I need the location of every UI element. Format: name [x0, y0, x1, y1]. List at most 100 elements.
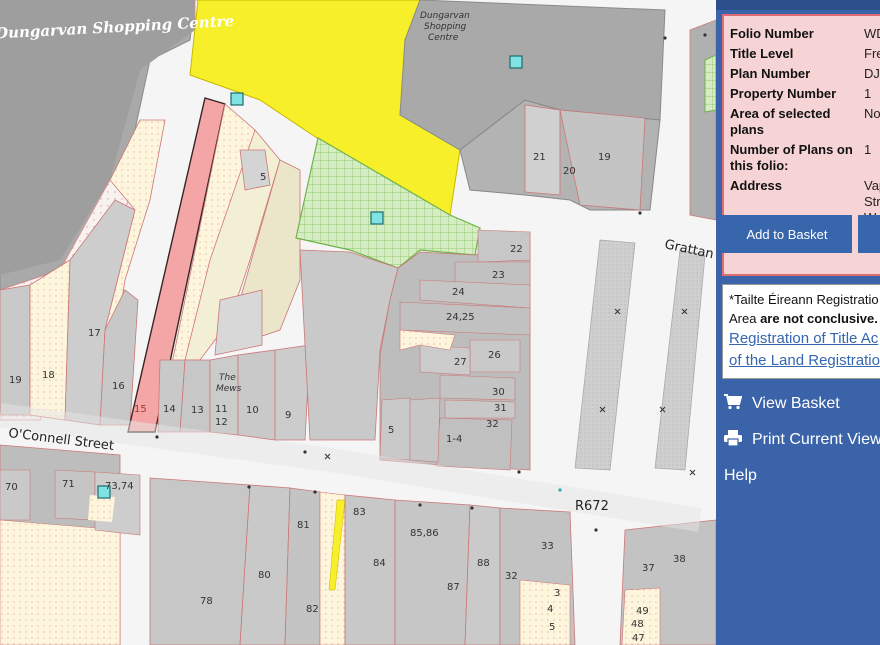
plot-number-label: 24,25: [446, 312, 475, 323]
plot-70: [0, 469, 31, 521]
plot-the-mews: [214, 289, 263, 356]
info-row-plan-number: Plan Number DJ0: [730, 64, 880, 84]
info-key: Folio Number: [730, 26, 814, 41]
plot-number-label: 27: [454, 357, 467, 368]
info-value: DJ0: [864, 66, 880, 81]
marker-square[interactable]: [370, 211, 384, 225]
plot-number-label: 20: [563, 166, 576, 177]
label-the-mews-1: The: [219, 373, 236, 383]
info-key: Plan Number: [730, 66, 811, 81]
notice-line-2: Area are not conclusive.: [729, 309, 880, 328]
shopping-cart-icon: [724, 393, 743, 415]
plot-3-5: [519, 579, 571, 645]
info-key: Title Level: [730, 46, 794, 61]
road-label-r672: R672: [575, 499, 609, 514]
plot-number-label: 16: [112, 381, 125, 392]
print-current-view-label: Print Current View: [752, 431, 880, 448]
info-value: 1: [864, 86, 872, 101]
plot-13: [179, 359, 211, 433]
help-label: Help: [724, 467, 757, 484]
plot-number-label: 32: [505, 571, 518, 582]
plot-number-label: 11: [215, 404, 228, 415]
plot-number-label: 88: [477, 558, 490, 569]
label-the-mews-2: Mews: [216, 384, 242, 394]
plot-number-label: 81: [297, 520, 310, 531]
label-shopping-centre-small-1: Dungarvan: [420, 11, 470, 21]
info-value: No: [864, 106, 880, 121]
plot-number-label: 48: [631, 619, 644, 630]
plot-number-label: 18: [42, 370, 55, 381]
info-key: Number of Plans on this folio:: [730, 142, 853, 173]
help-link[interactable]: Help: [724, 462, 757, 490]
plot-9: [274, 344, 311, 441]
plot-number-label: 49: [636, 606, 649, 617]
side-panel: Folio Number WD Title Level Fre Plan Numbe…: [716, 0, 880, 645]
plot-number-label: 3: [554, 588, 560, 599]
land-registration-link[interactable]: of the Land Registratio: [729, 350, 880, 372]
marker-square[interactable]: [230, 92, 244, 106]
plot-number-label: 17: [88, 328, 101, 339]
map-view[interactable]: Dungarvan Shopping Centre Dungarvan Shop…: [0, 0, 716, 645]
plot-number-label: 30: [492, 387, 505, 398]
plot-5: [239, 149, 271, 191]
plot-number-label: 12: [215, 417, 228, 428]
plot-70-yard: [0, 519, 121, 645]
plot-number-label: 21: [533, 152, 546, 163]
plot-number-label: 15: [134, 404, 147, 415]
plot-number-label: 10: [246, 405, 259, 416]
app-root: Dungarvan Shopping Centre Dungarvan Shop…: [0, 0, 880, 645]
plot-85-87: [394, 499, 471, 645]
marker-square[interactable]: [509, 55, 523, 69]
plot-number-label: 33: [541, 541, 554, 552]
info-row-number-of-plans: Number of Plans on this folio: 1: [730, 140, 880, 176]
label-shopping-centre-small-3: Centre: [428, 33, 459, 43]
plot-21: [524, 104, 561, 196]
plot-number-label: 1-4: [446, 434, 462, 445]
map-canvas[interactable]: Dungarvan Shopping Centre Dungarvan Shop…: [0, 0, 716, 645]
plot-10: [237, 349, 276, 441]
info-key: Area of selected plans: [730, 106, 831, 137]
folio-info-table: Folio Number WD Title Level Fre Plan Numbe…: [730, 24, 880, 228]
plot-88: [464, 504, 501, 645]
registration-act-link[interactable]: Registration of Title Ac: [729, 328, 880, 350]
plot-number-label: 4: [547, 604, 553, 615]
plot-number-label: 22: [510, 244, 523, 255]
info-value: Fre: [864, 46, 880, 61]
plot-number-label: 5: [549, 622, 555, 633]
print-current-view-link[interactable]: Print Current View: [724, 426, 880, 454]
hatched-green-east: [704, 54, 716, 113]
notice-line-1: *Tailte Éireann Registratio: [729, 292, 879, 307]
notice-line-2-text: Area: [729, 311, 761, 326]
plot-number-label: 47: [632, 633, 645, 644]
plot-number-label: 84: [373, 558, 386, 569]
plot-number-label: 78: [200, 596, 213, 607]
plot-number-label: 85,86: [410, 528, 439, 539]
plot-number-label: 38: [673, 554, 686, 565]
info-row-property-number: Property Number 1: [730, 84, 880, 104]
info-row-area: Area of selected plans No: [730, 104, 880, 140]
info-row-title-level: Title Level Fre: [730, 44, 880, 64]
plot-number-label: 82: [306, 604, 319, 615]
plot-number-label: 83: [353, 507, 366, 518]
info-key: Property Number: [730, 86, 837, 101]
plot-number-label: 73,74: [105, 481, 134, 492]
plot-number-label: 19: [598, 152, 611, 163]
plot-1-4: [409, 397, 441, 463]
plot-number-label: 19: [9, 375, 22, 386]
secondary-action-button[interactable]: [858, 215, 880, 253]
plot-number-label: 24: [452, 287, 465, 298]
add-to-basket-button[interactable]: Add to Basket: [722, 215, 852, 253]
plot-number-label: 80: [258, 570, 271, 581]
plot-number-label: 14: [163, 404, 176, 415]
notice-line-2-bold: are not conclusive.: [760, 311, 878, 326]
plot-number-label: 71: [62, 479, 75, 490]
plot-5-south: [379, 397, 411, 461]
view-basket-link[interactable]: View Basket: [724, 390, 840, 418]
plot-number-label: 5: [388, 425, 394, 436]
plot-number-label: 87: [447, 582, 460, 593]
plot-number-label: 37: [642, 563, 655, 574]
plot-number-label: 23: [492, 270, 505, 281]
plot-71-yard: [88, 495, 115, 522]
plot-number-label: 31: [494, 403, 507, 414]
plot-number-label: 13: [191, 405, 204, 416]
